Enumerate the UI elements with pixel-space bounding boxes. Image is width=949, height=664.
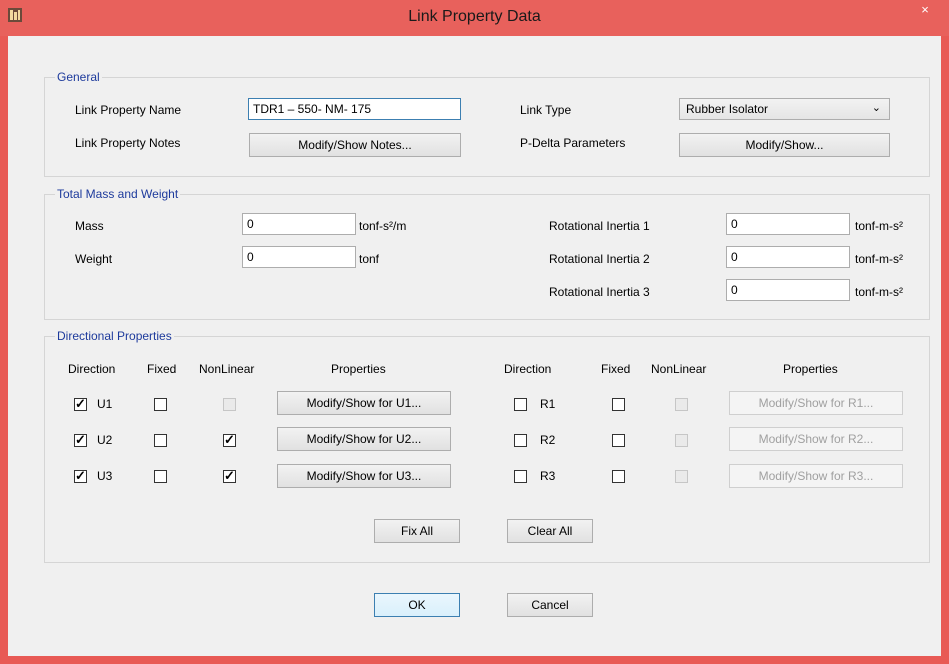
fixed-u2-checkbox[interactable] xyxy=(154,434,167,447)
nonlinear-r1-checkbox xyxy=(675,398,688,411)
weight-unit: tonf xyxy=(359,252,380,266)
direction-header-right: Direction xyxy=(504,362,552,376)
nonlinear-header-right: NonLinear xyxy=(651,362,707,376)
rotational-inertia-3-unit: tonf-m-s² xyxy=(855,285,903,299)
title-bar[interactable]: Link Property Data × xyxy=(0,0,949,36)
window-title: Link Property Data xyxy=(408,8,541,25)
direction-r3-label: R3 xyxy=(540,469,556,483)
mass-label: Mass xyxy=(75,219,104,233)
close-icon[interactable]: × xyxy=(907,0,943,22)
rotational-inertia-1-label: Rotational Inertia 1 xyxy=(549,219,650,233)
link-property-notes-label: Link Property Notes xyxy=(75,136,181,150)
modify-show-notes-button[interactable]: Modify/Show Notes... xyxy=(249,133,461,157)
directional-properties-group-title: Directional Properties xyxy=(55,329,174,343)
rotational-inertia-2-label: Rotational Inertia 2 xyxy=(549,252,650,266)
direction-header-left: Direction xyxy=(68,362,116,376)
direction-u2-checkbox[interactable]: ✓ xyxy=(74,433,87,447)
weight-input[interactable] xyxy=(242,246,356,268)
modify-show-u1-button[interactable]: Modify/Show for U1... xyxy=(277,391,451,415)
nonlinear-u3-checkbox[interactable]: ✓ xyxy=(223,469,236,483)
weight-label: Weight xyxy=(75,252,113,266)
fixed-u1-checkbox[interactable] xyxy=(154,398,167,411)
rotational-inertia-2-input[interactable] xyxy=(726,246,850,268)
rotational-inertia-3-label: Rotational Inertia 3 xyxy=(549,285,650,299)
modify-show-pdelta-button[interactable]: Modify/Show... xyxy=(679,133,890,157)
fixed-header-left: Fixed xyxy=(147,362,177,376)
fixed-u3-checkbox[interactable] xyxy=(154,470,167,483)
rotational-inertia-1-unit: tonf-m-s² xyxy=(855,219,903,233)
fixed-r3-checkbox[interactable] xyxy=(612,470,625,483)
modify-show-u3-button[interactable]: Modify/Show for U3... xyxy=(277,464,451,488)
link-type-label: Link Type xyxy=(520,103,572,117)
rotational-inertia-1-input[interactable] xyxy=(726,213,850,235)
mass-unit: tonf-s²/m xyxy=(359,219,407,233)
modify-show-u2-button[interactable]: Modify/Show for U2... xyxy=(277,427,451,451)
modify-show-r1-button: Modify/Show for R1... xyxy=(729,391,903,415)
direction-u1-label: U1 xyxy=(97,397,113,411)
clear-all-button[interactable]: Clear All xyxy=(507,519,593,543)
nonlinear-r2-checkbox xyxy=(675,434,688,447)
direction-u3-label: U3 xyxy=(97,469,113,483)
dialog-window: Link Property Data × General Link Proper… xyxy=(0,0,949,664)
dialog-body: General Link Property Name Link Type Rub… xyxy=(8,36,941,656)
modify-show-r2-button: Modify/Show for R2... xyxy=(729,427,903,451)
direction-r2-label: R2 xyxy=(540,433,556,447)
mass-weight-group-title: Total Mass and Weight xyxy=(55,187,181,201)
mass-input[interactable] xyxy=(242,213,356,235)
fixed-r2-checkbox[interactable] xyxy=(612,434,625,447)
rotational-inertia-2-unit: tonf-m-s² xyxy=(855,252,903,266)
link-type-value: Rubber Isolator xyxy=(686,102,769,116)
cancel-button[interactable]: Cancel xyxy=(507,593,593,617)
general-group: General xyxy=(44,70,930,177)
link-property-name-input[interactable] xyxy=(248,98,461,120)
direction-r3-checkbox[interactable] xyxy=(514,470,527,483)
fixed-r1-checkbox[interactable] xyxy=(612,398,625,411)
link-type-select[interactable]: Rubber Isolator ⌄ xyxy=(679,98,890,120)
direction-u3-checkbox[interactable]: ✓ xyxy=(74,469,87,483)
link-property-name-label: Link Property Name xyxy=(75,103,182,117)
direction-u2-label: U2 xyxy=(97,433,113,447)
ok-button[interactable]: OK xyxy=(374,593,460,617)
modify-show-r3-button: Modify/Show for R3... xyxy=(729,464,903,488)
direction-u1-checkbox[interactable]: ✓ xyxy=(74,397,87,411)
direction-r1-checkbox[interactable] xyxy=(514,398,527,411)
fixed-header-right: Fixed xyxy=(601,362,631,376)
p-delta-parameters-label: P-Delta Parameters xyxy=(520,136,626,150)
rotational-inertia-3-input[interactable] xyxy=(726,279,850,301)
nonlinear-r3-checkbox xyxy=(675,470,688,483)
properties-header-right: Properties xyxy=(783,362,838,376)
nonlinear-u1-checkbox xyxy=(223,398,236,411)
general-group-title: General xyxy=(55,70,102,84)
direction-r1-label: R1 xyxy=(540,397,556,411)
chevron-down-icon: ⌄ xyxy=(871,102,881,114)
properties-header-left: Properties xyxy=(331,362,386,376)
nonlinear-header-left: NonLinear xyxy=(199,362,255,376)
fix-all-button[interactable]: Fix All xyxy=(374,519,460,543)
nonlinear-u2-checkbox[interactable]: ✓ xyxy=(223,433,236,447)
direction-r2-checkbox[interactable] xyxy=(514,434,527,447)
